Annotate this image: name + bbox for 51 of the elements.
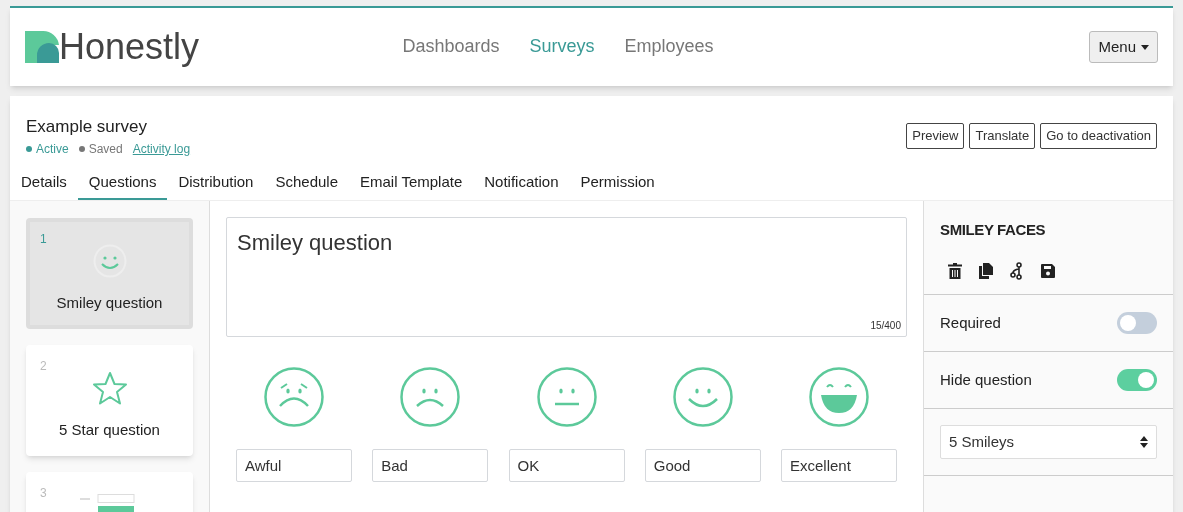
- answer-label-field[interactable]: Excellent: [781, 449, 897, 483]
- question-number: 2: [40, 358, 47, 376]
- activity-log-link[interactable]: Activity log: [132, 140, 191, 159]
- tab[interactable]: Details: [10, 166, 78, 201]
- status-text: Active: [36, 141, 69, 159]
- action-button[interactable]: Go to deactivation: [1040, 123, 1157, 149]
- question-number: 3: [40, 485, 47, 503]
- panel-heading: SMILEY FACES: [940, 220, 1047, 241]
- toggle-switch[interactable]: [1117, 311, 1157, 334]
- answer-label-field[interactable]: OK: [508, 449, 625, 483]
- star-icon: [91, 371, 128, 406]
- tab[interactable]: Email Template: [349, 166, 474, 201]
- question-text-field[interactable]: Smiley question 15/400: [226, 217, 907, 338]
- toggle-switch[interactable]: [1117, 368, 1157, 391]
- answer-label-field[interactable]: Awful: [236, 449, 352, 483]
- brand-name: Honestly: [59, 29, 200, 65]
- question-number: 1: [40, 231, 47, 249]
- smiley-face-icon: [672, 367, 733, 428]
- question-card[interactable]: 2 5 Star question: [26, 345, 193, 457]
- scale-select[interactable]: 5 Smileys: [940, 424, 1157, 459]
- save-icon[interactable]: [1041, 263, 1055, 278]
- question-card[interactable]: 1 Smiley question: [26, 218, 193, 330]
- survey-title: Example survey: [26, 116, 148, 138]
- nav-link[interactable]: Dashboards: [387, 6, 515, 84]
- tab[interactable]: Permission: [569, 166, 666, 201]
- trash-icon[interactable]: [948, 262, 962, 279]
- tab[interactable]: Schedule: [264, 166, 349, 201]
- branch-icon[interactable]: [1010, 261, 1024, 280]
- question-title: 5 Star question: [59, 420, 160, 441]
- tab[interactable]: Distribution: [167, 166, 265, 201]
- character-counter: 15/400: [870, 319, 901, 334]
- answer-label-field[interactable]: Bad: [372, 449, 489, 483]
- toggle-label: Required: [940, 312, 1001, 333]
- question-title: Smiley question: [56, 293, 163, 314]
- saved-text: Saved: [88, 141, 123, 159]
- smiley-icon: [92, 244, 127, 279]
- copy-icon[interactable]: [979, 262, 993, 279]
- sort-caret-icon: [1140, 435, 1148, 448]
- answer-label-field[interactable]: Good: [644, 449, 761, 483]
- action-button[interactable]: Translate: [969, 123, 1036, 149]
- smiley-face-icon: [400, 367, 461, 428]
- menu-button[interactable]: Menu: [1089, 31, 1158, 63]
- smiley-face-icon: [536, 367, 597, 428]
- caret-icon: [1141, 44, 1149, 50]
- nav-link[interactable]: Employees: [609, 6, 729, 84]
- toggle-label: Hide question: [940, 369, 1032, 390]
- smiley-face-icon: [809, 367, 869, 428]
- action-button[interactable]: Preview: [906, 123, 965, 149]
- logo-icon: [25, 31, 59, 63]
- tab[interactable]: Notification: [473, 166, 570, 201]
- smiley-face-icon: [264, 367, 324, 428]
